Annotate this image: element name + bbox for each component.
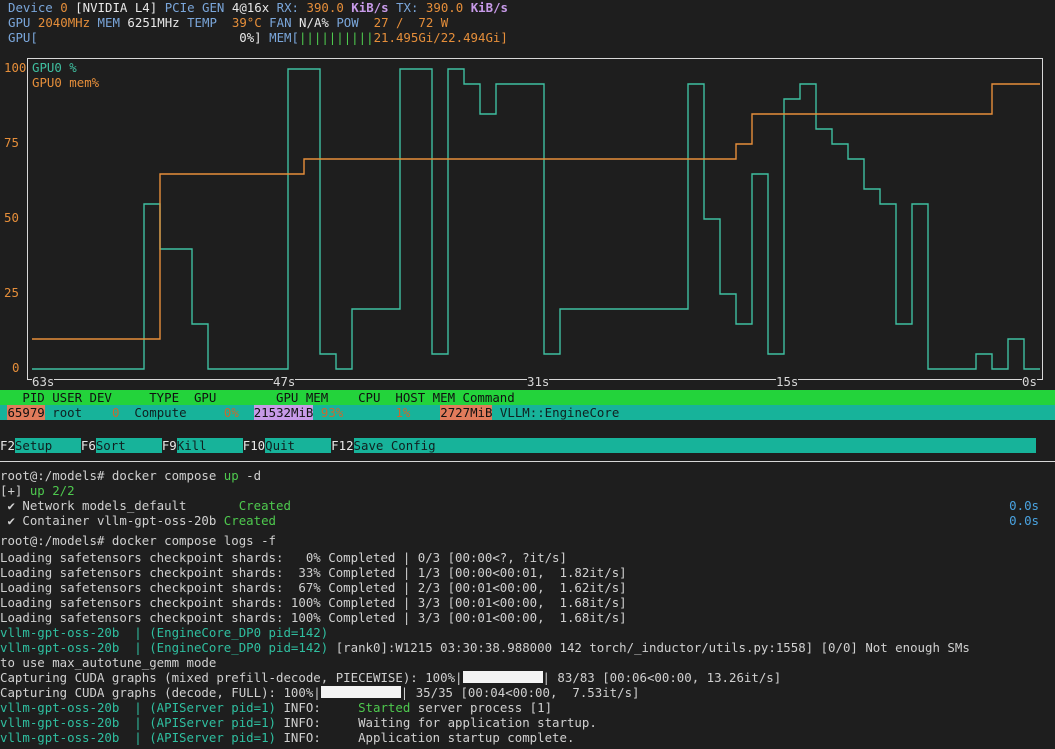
- process-table-header: PID USER DEV TYPE GPU GPU MEM CPU HOST M…: [0, 390, 1055, 405]
- terminal-line: root@:/models# docker compose up -d: [0, 468, 262, 483]
- host-mem-cell: 2727MiB: [440, 405, 493, 420]
- gpu-chart: [32, 68, 1040, 370]
- fkey-kill[interactable]: Kill: [176, 438, 243, 453]
- log-line: Capturing CUDA graphs (decode, FULL): 10…: [0, 685, 640, 700]
- pane-divider: [0, 461, 1055, 462]
- x-tick-0s: 0s: [1022, 374, 1037, 389]
- log-line: vllm-gpt-oss-20b | (APIServer pid=1) INF…: [0, 730, 575, 745]
- legend-mem: GPU0 mem%: [32, 75, 100, 90]
- y-tick-0: 0: [12, 360, 20, 375]
- fkey-quit[interactable]: Quit: [265, 438, 332, 453]
- device-line: Device 0 [NVIDIA L4] PCIe GEN 4@16x RX: …: [8, 0, 509, 15]
- log-line: vllm-gpt-oss-20b | (EngineCore_DP0 pid=1…: [0, 640, 970, 655]
- legend-gpu: GPU0 %: [32, 60, 77, 75]
- pid-cell: 65979: [7, 405, 45, 420]
- container-time: 0.0s: [1009, 513, 1039, 528]
- log-line: Capturing CUDA graphs (mixed prefill-dec…: [0, 670, 782, 685]
- process-row[interactable]: 65979 root 0 Compute 0% 21532MiB 93% 1% …: [0, 405, 1055, 420]
- y-tick-100: 100: [4, 60, 27, 75]
- y-tick-25: 25: [4, 285, 19, 300]
- y-tick-50: 50: [4, 210, 19, 225]
- progress-bar: [320, 686, 401, 698]
- log-line: to use max_autotune_gemm mode: [0, 655, 217, 670]
- log-line: Loading safetensors checkpoint shards: 1…: [0, 595, 627, 610]
- x-tick-63s: 63s: [32, 374, 55, 389]
- log-line: vllm-gpt-oss-20b | (APIServer pid=1) INF…: [0, 700, 553, 715]
- progress-bar: [462, 671, 543, 683]
- fkey-setup[interactable]: Setup: [14, 438, 81, 453]
- gpu-chart-frame: [27, 58, 1043, 380]
- clock-line: GPU 2040MHz MEM 6251MHz TEMP 39°C FAN N/…: [8, 15, 449, 30]
- log-line: Loading safetensors checkpoint shards: 3…: [0, 565, 627, 580]
- log-line: Loading safetensors checkpoint shards: 0…: [0, 550, 567, 565]
- terminal-line: [+] up 2/2: [0, 483, 75, 498]
- gpu-mem-cell: 21532MiB: [253, 405, 314, 420]
- fkey-save-config[interactable]: Save Config: [353, 438, 1036, 453]
- x-tick-15s: 15s: [776, 374, 799, 389]
- series-mem-line: [32, 83, 1040, 340]
- log-line: vllm-gpt-oss-20b | (APIServer pid=1) INF…: [0, 715, 597, 730]
- log-line: vllm-gpt-oss-20b | (EngineCore_DP0 pid=1…: [0, 625, 329, 640]
- terminal-line: root@:/models# docker compose logs -f: [0, 533, 277, 548]
- y-tick-75: 75: [4, 135, 19, 150]
- x-tick-31s: 31s: [527, 374, 550, 389]
- log-line: Loading safetensors checkpoint shards: 1…: [0, 610, 627, 625]
- terminal-line: ✔ Container vllm-gpt-oss-20b Created: [0, 513, 277, 528]
- usage-line: GPU[ 0%] MEM[||||||||||21.495Gi/22.494Gi…: [8, 30, 508, 45]
- x-tick-47s: 47s: [273, 374, 296, 389]
- terminal-line: ✔ Network models_default Created: [0, 498, 291, 513]
- fkey-sort[interactable]: Sort: [95, 438, 162, 453]
- function-key-bar: F2Setup F6Sort F9Kill F10Quit F12Save Config: [0, 438, 1055, 453]
- network-time: 0.0s: [1009, 498, 1039, 513]
- log-line: Loading safetensors checkpoint shards: 6…: [0, 580, 627, 595]
